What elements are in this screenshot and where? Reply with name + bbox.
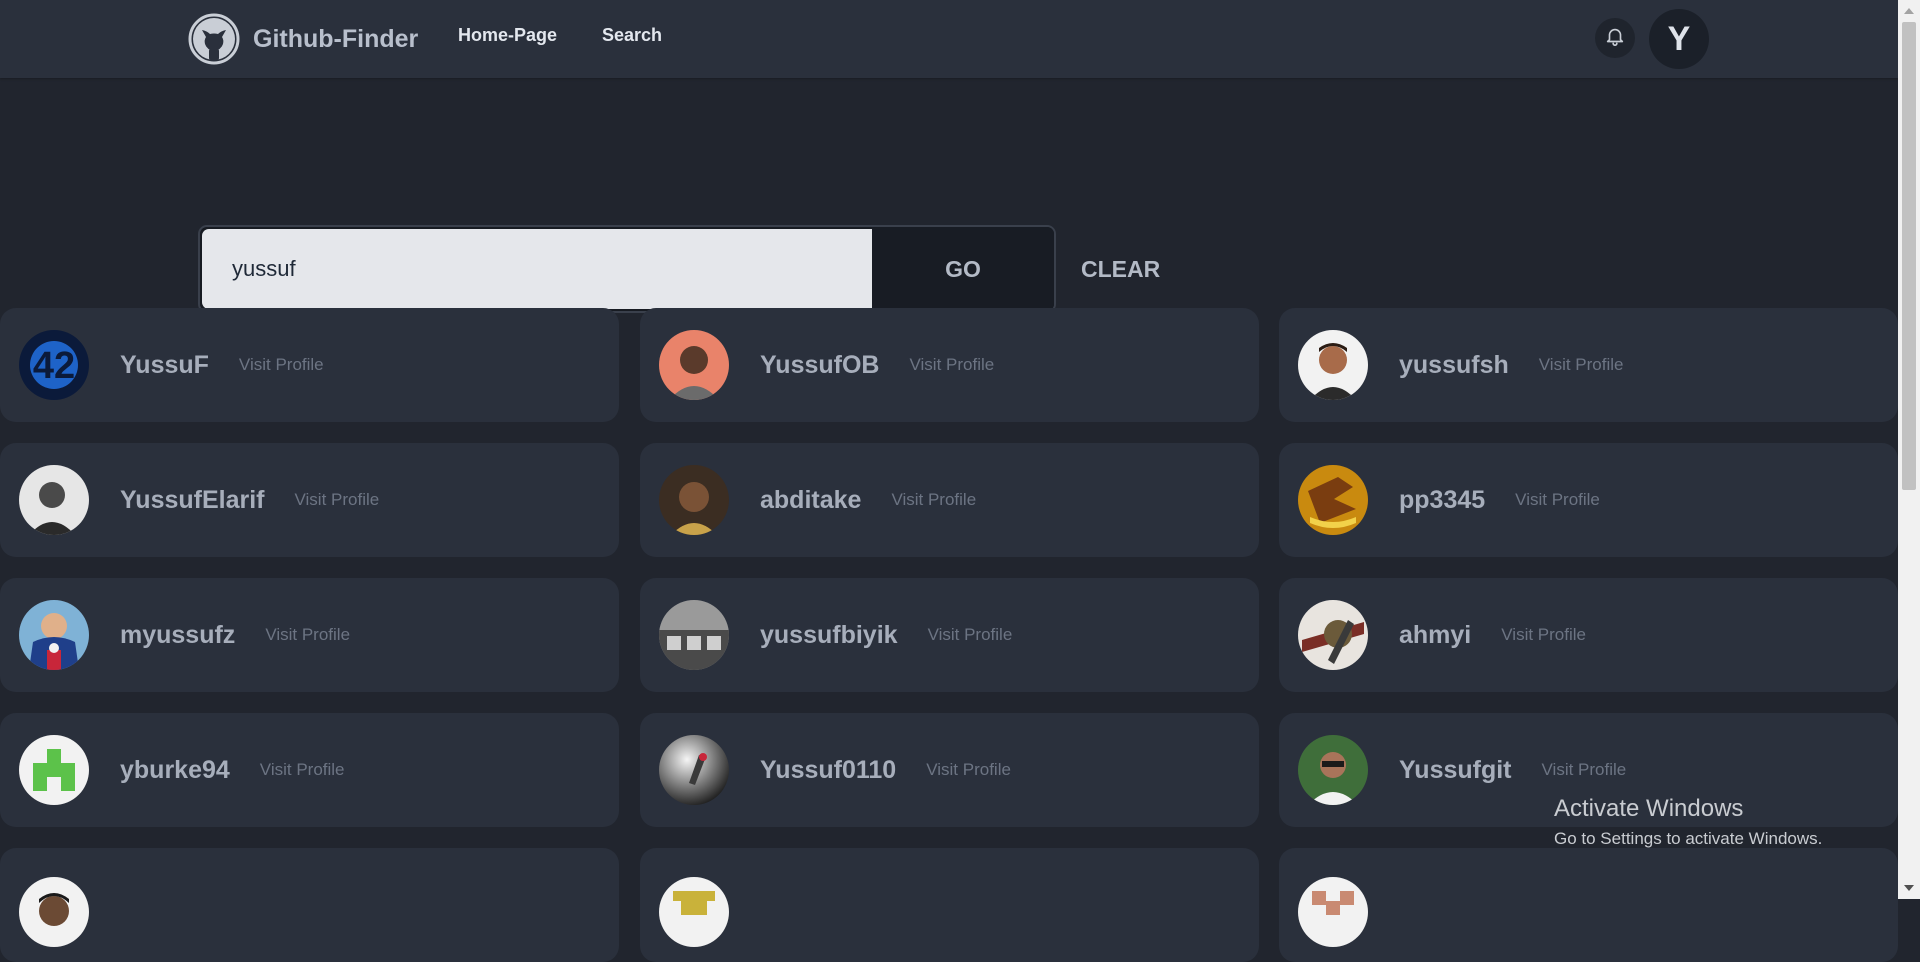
nav-link-search[interactable]: Search bbox=[602, 25, 662, 46]
user-avatar[interactable] bbox=[659, 877, 729, 947]
username: yussufsh bbox=[1399, 350, 1509, 379]
user-avatar[interactable] bbox=[1298, 735, 1368, 805]
username: myussufz bbox=[120, 620, 236, 649]
user-card: YussufElarif Visit Profile bbox=[0, 443, 619, 557]
user-avatar[interactable] bbox=[659, 735, 729, 805]
navbar: Github-Finder Home-Page Search Y bbox=[0, 0, 1898, 78]
user-card: myussufz Visit Profile bbox=[0, 578, 619, 692]
username: pp3345 bbox=[1399, 485, 1486, 514]
username: ahmyi bbox=[1399, 620, 1472, 649]
notifications-button[interactable] bbox=[1595, 18, 1635, 58]
user-avatar-button[interactable]: Y bbox=[1649, 9, 1709, 69]
nav-link-home[interactable]: Home-Page bbox=[458, 25, 557, 46]
github-octocat-icon bbox=[188, 13, 240, 65]
visit-profile-link[interactable]: Visit Profile bbox=[1501, 625, 1586, 645]
user-avatar[interactable] bbox=[1298, 330, 1368, 400]
user-card bbox=[0, 848, 619, 962]
user-avatar[interactable] bbox=[19, 465, 89, 535]
windows-activation-watermark: Activate Windows Go to Settings to activ… bbox=[1554, 795, 1822, 849]
user-avatar[interactable] bbox=[19, 600, 89, 670]
scrollbar-thumb[interactable] bbox=[1902, 22, 1916, 490]
visit-profile-link[interactable]: Visit Profile bbox=[265, 625, 350, 645]
user-avatar[interactable] bbox=[1298, 465, 1368, 535]
user-card: yussufbiyik Visit Profile bbox=[640, 578, 1259, 692]
user-avatar[interactable] bbox=[1298, 600, 1368, 670]
user-avatar[interactable]: 42 bbox=[19, 330, 89, 400]
visit-profile-link[interactable]: Visit Profile bbox=[928, 625, 1013, 645]
user-avatar[interactable] bbox=[659, 465, 729, 535]
visit-profile-link[interactable]: Visit Profile bbox=[926, 760, 1011, 780]
user-avatar[interactable] bbox=[1298, 877, 1368, 947]
user-avatar[interactable] bbox=[19, 877, 89, 947]
svg-text:42: 42 bbox=[33, 345, 75, 387]
visit-profile-link[interactable]: Visit Profile bbox=[1542, 760, 1627, 780]
user-avatar[interactable] bbox=[659, 600, 729, 670]
visit-profile-link[interactable]: Visit Profile bbox=[239, 355, 324, 375]
user-avatar[interactable] bbox=[19, 735, 89, 805]
username: yussufbiyik bbox=[760, 620, 898, 649]
visit-profile-link[interactable]: Visit Profile bbox=[891, 490, 976, 510]
visit-profile-link[interactable]: Visit Profile bbox=[260, 760, 345, 780]
user-card: pp3345 Visit Profile bbox=[1279, 443, 1898, 557]
user-card: 42 YussuF Visit Profile bbox=[0, 308, 619, 422]
user-card bbox=[640, 848, 1259, 962]
brand[interactable]: Github-Finder bbox=[188, 13, 418, 65]
username: abditake bbox=[760, 485, 862, 514]
search-input[interactable] bbox=[202, 229, 872, 309]
clear-button[interactable]: CLEAR bbox=[1081, 256, 1160, 283]
scroll-down-arrow-icon[interactable] bbox=[1904, 885, 1914, 891]
activation-title: Activate Windows bbox=[1554, 795, 1744, 822]
user-card: Yussuf0110 Visit Profile bbox=[640, 713, 1259, 827]
username: Yussuf0110 bbox=[760, 755, 897, 784]
activation-subtitle: Go to Settings to activate Windows. bbox=[1554, 829, 1823, 848]
visit-profile-link[interactable]: Visit Profile bbox=[295, 490, 380, 510]
user-card: ahmyi Visit Profile bbox=[1279, 578, 1898, 692]
bell-icon bbox=[1604, 25, 1626, 52]
username: yburke94 bbox=[120, 755, 230, 784]
username: YussuF bbox=[120, 350, 209, 379]
username: Yussufgit bbox=[1399, 755, 1512, 784]
user-card: abditake Visit Profile bbox=[640, 443, 1259, 557]
visit-profile-link[interactable]: Visit Profile bbox=[909, 355, 994, 375]
search-form: GO bbox=[198, 225, 1056, 313]
visit-profile-link[interactable]: Visit Profile bbox=[1515, 490, 1600, 510]
brand-name: Github-Finder bbox=[253, 24, 419, 53]
page-scrollbar[interactable] bbox=[1898, 0, 1920, 899]
username: YussufElarif bbox=[120, 485, 265, 514]
user-card: YussufOB Visit Profile bbox=[640, 308, 1259, 422]
user-card: yussufsh Visit Profile bbox=[1279, 308, 1898, 422]
go-button[interactable]: GO bbox=[872, 227, 1054, 311]
visit-profile-link[interactable]: Visit Profile bbox=[1539, 355, 1624, 375]
scroll-up-arrow-icon[interactable] bbox=[1904, 8, 1914, 14]
user-avatar[interactable] bbox=[659, 330, 729, 400]
username: YussufOB bbox=[760, 350, 880, 379]
user-card bbox=[1279, 848, 1898, 962]
user-card: yburke94 Visit Profile bbox=[0, 713, 619, 827]
